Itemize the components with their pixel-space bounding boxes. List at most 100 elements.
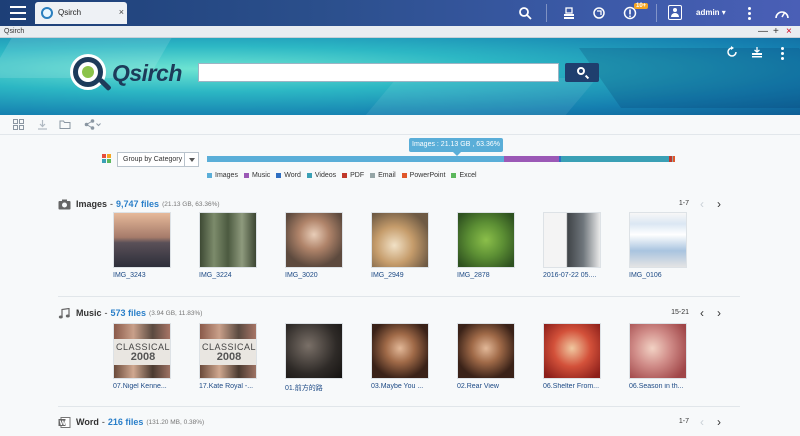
section-dash: - [110, 199, 114, 209]
storage-tooltip: Images : 21.13 GB , 63.36% [409, 138, 503, 156]
chevron-down-icon [184, 153, 198, 166]
item-name: IMG_3224 [199, 272, 232, 279]
next-page-icon[interactable]: › [717, 307, 721, 319]
section-title: Music [76, 308, 102, 318]
prev-page-icon[interactable]: ‹ [700, 416, 704, 428]
section-title: Images [76, 199, 108, 209]
thumbnail [457, 212, 515, 268]
prev-page-icon[interactable]: ‹ [700, 307, 704, 319]
section-dash: - [101, 417, 105, 427]
notification-badge: 10+ [634, 3, 649, 9]
dashboard-gauge-icon[interactable] [774, 6, 790, 20]
section-header: W Word - 216 files (131.20 MB, 0.38%) [58, 416, 204, 428]
search-icon[interactable] [518, 6, 532, 20]
username-menu[interactable]: admin ▾ [696, 8, 726, 17]
storage-segment-powerpoint[interactable] [673, 156, 675, 162]
thumbnail [113, 212, 171, 268]
section-dash: - [104, 308, 108, 318]
result-toolbar [0, 115, 800, 135]
search-input[interactable] [198, 63, 559, 82]
list-item[interactable]: 06.Shelter From... [543, 323, 601, 390]
search-button[interactable] [565, 63, 599, 82]
legend-swatch [243, 172, 249, 178]
list-item[interactable]: IMG_3243 [113, 212, 171, 279]
album-art: CLASSICAL 2008 [199, 323, 257, 379]
maximize-button[interactable]: + [773, 26, 779, 37]
storage-legend: Images Music Word Videos PDF Email PowerPoint E… [207, 170, 477, 180]
list-item[interactable]: IMG_2878 [457, 212, 515, 279]
group-by-select[interactable]: Group by Category [117, 152, 199, 167]
item-name: 06.Season in th... [629, 383, 684, 390]
open-folder-icon[interactable] [59, 119, 71, 134]
app-tab-qsirch[interactable]: Qsirch × [35, 2, 127, 24]
list-item[interactable]: IMG_3020 [285, 212, 343, 279]
list-item[interactable]: 2016-07-22 05.... [543, 212, 601, 279]
share-icon[interactable] [84, 119, 102, 134]
storage-segment-images[interactable] [207, 156, 504, 162]
section-count-link[interactable]: 9,747 files [116, 199, 159, 209]
background-task-icon[interactable] [562, 6, 576, 20]
legend-item-powerpoint: PowerPoint [401, 170, 446, 180]
list-item[interactable]: IMG_2949 [371, 212, 429, 279]
legend-item-word: Word [276, 170, 301, 180]
section-images: Images - 9,747 files (21.13 GB, 63.36%) … [0, 198, 800, 298]
thumbnail [371, 212, 429, 268]
menu-icon[interactable] [10, 6, 26, 20]
album-art [457, 323, 515, 379]
list-item[interactable]: IMG_0106 [629, 212, 687, 279]
more-options-icon[interactable] [748, 7, 751, 22]
list-item[interactable]: IMG_3224 [199, 212, 257, 279]
grid-view-icon[interactable] [13, 119, 24, 134]
top-bar: Qsirch × 10+ admin ▾ [0, 0, 800, 26]
user-icon[interactable] [668, 5, 682, 20]
item-name: 02.Rear View [457, 383, 499, 390]
section-count-link[interactable]: 216 files [108, 417, 144, 427]
storage-segment-music[interactable] [504, 156, 559, 162]
legend-label: Email [378, 171, 396, 179]
list-item[interactable]: CLASSICAL 2008 17.Kate Royal -... [199, 323, 257, 390]
next-page-icon[interactable]: › [717, 198, 721, 210]
section-meta: (131.20 MB, 0.38%) [146, 418, 205, 426]
search-hero: Qsirch [0, 38, 800, 115]
item-name: 01.前方的路 [285, 385, 323, 392]
legend-label: PowerPoint [409, 171, 446, 179]
hero-more-icon[interactable] [781, 47, 784, 62]
close-tab-icon[interactable]: × [119, 7, 124, 17]
legend-label: Videos [314, 171, 337, 179]
legend-swatch [451, 172, 457, 178]
prev-page-icon[interactable]: ‹ [700, 198, 704, 210]
list-item[interactable]: 02.Rear View [457, 323, 515, 390]
minimize-button[interactable]: — [758, 26, 768, 37]
list-item[interactable]: 06.Season in th... [629, 323, 687, 390]
legend-label: Excel [459, 171, 477, 179]
storage-usage-bar[interactable] [207, 156, 675, 162]
group-by-label: Group by Category [123, 156, 183, 163]
album-year-text: 2008 [216, 351, 242, 363]
item-name: IMG_2949 [371, 272, 404, 279]
refresh-icon[interactable] [726, 46, 738, 61]
storage-segment-videos[interactable] [561, 156, 669, 162]
legend-swatch [342, 172, 348, 178]
camera-icon [58, 199, 72, 210]
album-art [543, 323, 601, 379]
list-item[interactable]: CLASSICAL 2008 07.Nigel Kenne... [113, 323, 171, 390]
toolbar-separator [656, 4, 657, 22]
list-item[interactable]: 03.Maybe You ... [371, 323, 429, 390]
next-page-icon[interactable]: › [717, 416, 721, 428]
close-window-button[interactable]: × [786, 26, 792, 37]
section-divider [58, 406, 740, 407]
svg-text:W: W [60, 420, 67, 427]
item-name: IMG_3243 [113, 272, 146, 279]
index-task-icon[interactable] [751, 46, 763, 61]
list-item[interactable]: 01.前方的路 [285, 323, 343, 393]
legend-item-music: Music [243, 170, 270, 180]
app-tab-label: Qsirch [58, 8, 82, 17]
download-icon[interactable] [37, 119, 48, 134]
legend-item-pdf: PDF [342, 170, 364, 180]
thumbnail [199, 212, 257, 268]
qsirch-tab-icon [41, 7, 53, 19]
thumbnail [629, 212, 687, 268]
sync-icon[interactable] [592, 6, 606, 20]
section-count-link[interactable]: 573 files [111, 308, 147, 318]
page-range: 1-7 [678, 418, 689, 425]
